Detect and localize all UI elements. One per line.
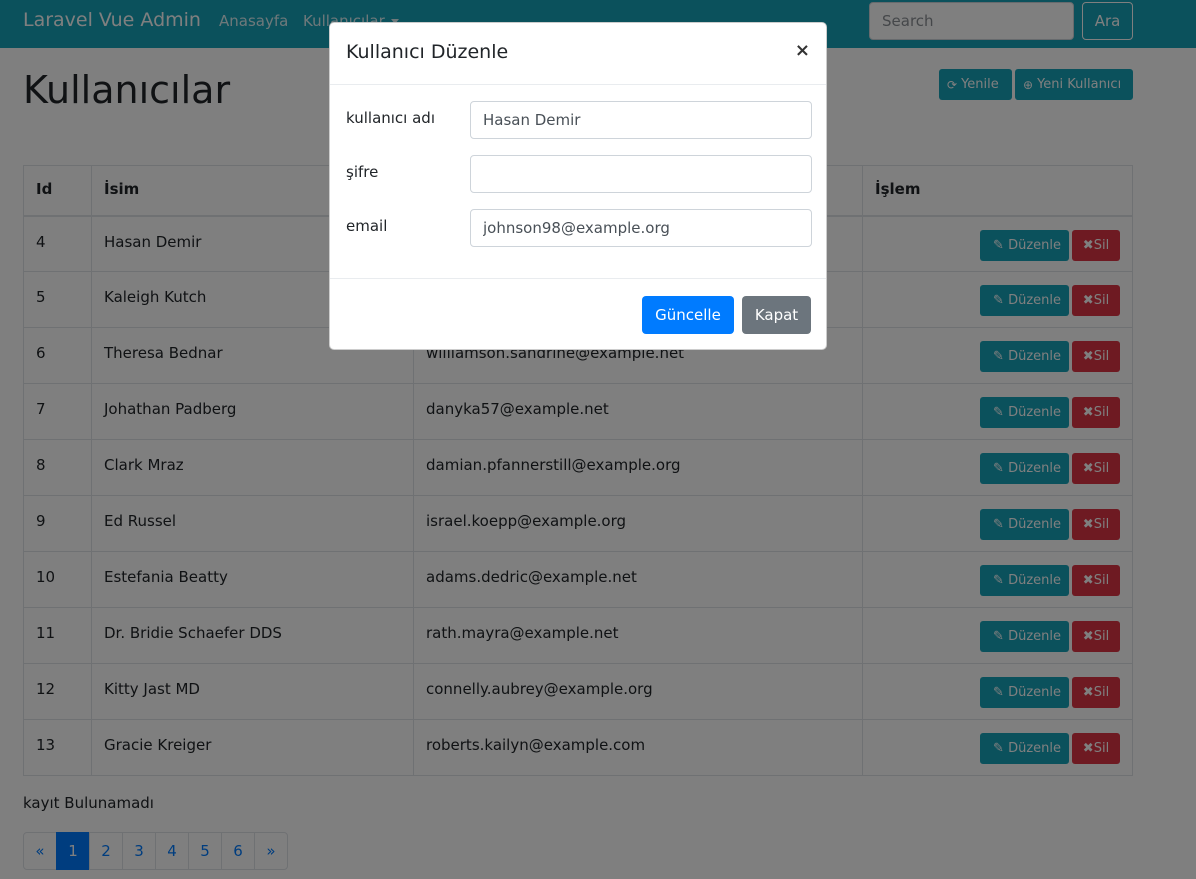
username-field[interactable] [470,101,812,139]
update-button[interactable]: Güncelle [642,296,734,334]
close-button[interactable]: Kapat [742,296,811,334]
username-label: kullanıcı adı [346,109,435,127]
password-field[interactable] [470,155,812,193]
password-label: şifre [346,163,379,181]
email-field[interactable] [470,209,812,247]
edit-user-modal: Kullanıcı Düzenle × kullanıcı adı şifre … [329,22,827,350]
modal-body: kullanıcı adı şifre email [330,85,826,279]
modal-header: Kullanıcı Düzenle × [330,23,826,85]
modal-title: Kullanıcı Düzenle [346,41,509,63]
close-icon[interactable]: × [795,40,810,61]
email-label: email [346,217,388,235]
